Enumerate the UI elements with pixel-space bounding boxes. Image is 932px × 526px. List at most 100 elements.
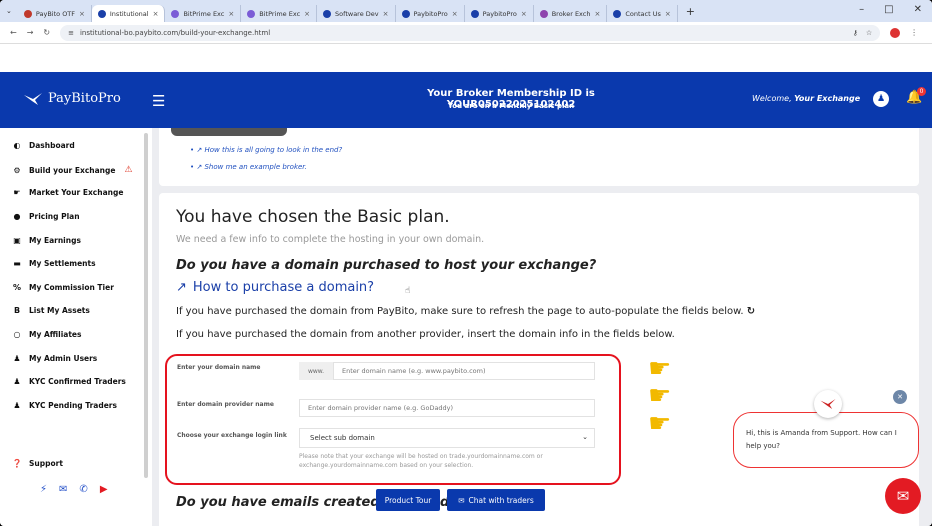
domain-provider-input[interactable] xyxy=(299,399,595,417)
browser-tab[interactable]: Contact Us × xyxy=(607,5,678,22)
browser-window: ⌄ PayBito OTF × Institutional × BitPrime Exc… xyxy=(0,0,932,526)
sidebar-item-dashboard[interactable]: ◐ Dashboard xyxy=(12,141,75,150)
bitcoin-icon: B xyxy=(13,306,21,315)
sidebar-item-my-settlements[interactable]: ▬ My Settlements xyxy=(12,259,95,268)
warning-icon: ⚠ xyxy=(124,165,133,175)
emails-question-text: Do you have emails created fo xyxy=(176,495,399,510)
forward-icon[interactable]: → xyxy=(27,28,34,37)
user-icon: ♟ xyxy=(13,377,21,386)
sidebar-item-label: My Earnings xyxy=(29,236,81,245)
app-header: PayBitoPro ☰ Your Broker Membership ID i… xyxy=(0,72,932,128)
tab-close-icon[interactable]: × xyxy=(595,10,601,18)
browser-tab[interactable]: Institutional × xyxy=(91,5,166,22)
login-link-label: Choose your exchange login link xyxy=(177,432,287,439)
sidebar-item-market-your-exchange[interactable]: ☛ Market Your Exchange xyxy=(12,188,123,197)
close-window-icon[interactable]: ✕ xyxy=(914,4,922,15)
top-links-card xyxy=(159,128,919,186)
browser-tab[interactable]: Broker Exch × xyxy=(534,5,608,22)
tab-close-icon[interactable]: × xyxy=(521,10,527,18)
tab-close-icon[interactable]: × xyxy=(228,10,234,18)
sub-domain-select[interactable]: Select sub domain ⌄ xyxy=(299,428,595,448)
notification-badge: 0 xyxy=(917,87,926,96)
link-example-broker[interactable]: • ↗ Show me an example broker. xyxy=(190,163,307,171)
external-link-icon: ↗ xyxy=(176,280,187,295)
link-look-in-end-text: How this is all going to look in the end… xyxy=(204,146,343,154)
sidebar-item-label: My Commission Tier xyxy=(29,283,114,292)
chat-with-traders-button[interactable]: ✉ Chat with traders xyxy=(447,489,545,511)
tab-favicon-icon xyxy=(323,9,332,18)
browser-tab[interactable]: BitPrime Exc × xyxy=(241,5,318,22)
domain-name-input[interactable] xyxy=(333,362,595,380)
welcome-text: Welcome, Your Exchange xyxy=(752,94,860,103)
maximize-icon[interactable]: □ xyxy=(884,4,893,15)
tab-label: PaybitoPro xyxy=(413,9,448,18)
tab-close-icon[interactable]: × xyxy=(383,10,389,18)
tab-label: PayBito OTF xyxy=(35,9,76,18)
browser-tab[interactable]: BitPrime Exc × xyxy=(165,5,242,22)
tab-label: BitPrime Exc xyxy=(183,9,225,18)
sidebar-item-label: Market Your Exchange xyxy=(29,188,124,197)
browser-tab[interactable]: PaybitoPro × xyxy=(396,5,465,22)
product-tour-button[interactable]: Product Tour xyxy=(376,489,440,511)
pointing-hand-icon: ☛ xyxy=(648,409,672,439)
hamburger-menu-icon[interactable]: ☰ xyxy=(152,92,165,110)
tab-favicon-icon xyxy=(401,9,410,18)
browser-tab[interactable]: PaybitoPro × xyxy=(465,5,534,22)
user-profile-icon[interactable]: ♟ xyxy=(873,91,889,107)
tab-close-icon[interactable]: × xyxy=(452,10,458,18)
sidebar-item-my-affiliates[interactable]: ○ My Affiliates xyxy=(12,330,82,339)
sidebar-item-label: My Affiliates xyxy=(29,330,82,339)
paybitopro-logo[interactable]: PayBitoPro xyxy=(24,91,121,106)
profile-icon[interactable] xyxy=(890,27,901,38)
support-chat-bubble[interactable]: Hi, this is Amanda from Support. How can… xyxy=(733,412,919,468)
new-tab-button[interactable]: + xyxy=(686,5,695,18)
sidebar-scrollbar[interactable] xyxy=(144,133,148,478)
minimize-icon[interactable]: – xyxy=(859,4,864,15)
sub-domain-selected: Select sub domain xyxy=(310,434,375,442)
tab-close-icon[interactable]: × xyxy=(665,10,671,18)
sidebar-item-label: Pricing Plan xyxy=(29,212,80,221)
tab-close-icon[interactable]: × xyxy=(79,10,85,18)
email-icon[interactable]: ✉ xyxy=(59,484,67,495)
close-chat-icon[interactable]: ✕ xyxy=(893,390,907,404)
preview-button-edge[interactable] xyxy=(171,128,287,136)
bookmark-star-icon[interactable]: ☆ xyxy=(866,29,872,37)
sidebar-item-label: KYC Pending Traders xyxy=(29,401,117,410)
phone-icon[interactable]: ✆ xyxy=(79,484,87,495)
tab-favicon-icon xyxy=(247,9,256,18)
sidebar-item-support[interactable]: ❓ Support xyxy=(12,459,63,468)
browser-tab[interactable]: Software Dev × xyxy=(317,5,396,22)
sidebar-item-my-admin-users[interactable]: ♟ My Admin Users xyxy=(12,354,97,363)
site-info-icon[interactable]: ≡ xyxy=(68,29,74,37)
emails-question: Do you have emails created fo xyxy=(176,495,399,510)
sidebar-item-label: Dashboard xyxy=(29,141,75,150)
tab-search-chevron-icon[interactable]: ⌄ xyxy=(6,7,12,15)
browser-menu-icon[interactable]: ⋮ xyxy=(910,28,918,37)
tab-label: Institutional xyxy=(109,9,149,18)
sidebar-item-build-your-exchange[interactable]: ⚙ Build your Exchange ⚠ xyxy=(12,165,133,175)
key-icon[interactable]: ⚷ xyxy=(853,29,858,37)
back-icon[interactable]: ← xyxy=(10,28,17,37)
youtube-icon[interactable]: ▶ xyxy=(100,484,108,495)
tab-close-icon[interactable]: × xyxy=(304,10,310,18)
sidebar-item-my-earnings[interactable]: ▣ My Earnings xyxy=(12,236,81,245)
refresh-icon[interactable]: ↻ xyxy=(747,306,755,317)
bolt-icon[interactable]: ⚡ xyxy=(40,484,47,495)
sidebar-item-pricing-plan[interactable]: ● Pricing Plan xyxy=(12,212,80,221)
sidebar-item-kyc-pending-traders[interactable]: ♟ KYC Pending Traders xyxy=(12,401,117,410)
tab-favicon-icon xyxy=(470,9,479,18)
url-field[interactable]: ≡ institutional-bo.paybito.com/build-you… xyxy=(60,24,881,41)
other-provider-paragraph: If you have purchased the domain from an… xyxy=(176,329,675,340)
how-to-purchase-link[interactable]: ↗ How to purchase a domain? xyxy=(176,280,374,295)
chat-with-traders-label: Chat with traders xyxy=(468,495,534,505)
support-chat-message: Hi, this is Amanda from Support. How can… xyxy=(746,429,897,450)
sidebar-item-kyc-confirmed-traders[interactable]: ♟ KYC Confirmed Traders xyxy=(12,377,126,386)
link-look-in-end[interactable]: • ↗ How this is all going to look in the… xyxy=(190,146,342,154)
chat-launcher-icon[interactable]: ✉ xyxy=(885,478,921,514)
tab-close-icon[interactable]: × xyxy=(153,10,159,18)
domain-question: Do you have a domain purchased to host y… xyxy=(176,258,597,273)
reload-icon[interactable]: ↻ xyxy=(43,28,50,37)
browser-tab[interactable]: PayBito OTF × xyxy=(18,5,92,22)
sidebar-item-my-commission-tier[interactable]: % My Commission Tier xyxy=(12,283,114,292)
sidebar-item-list-my-assets[interactable]: B List My Assets xyxy=(12,306,90,315)
